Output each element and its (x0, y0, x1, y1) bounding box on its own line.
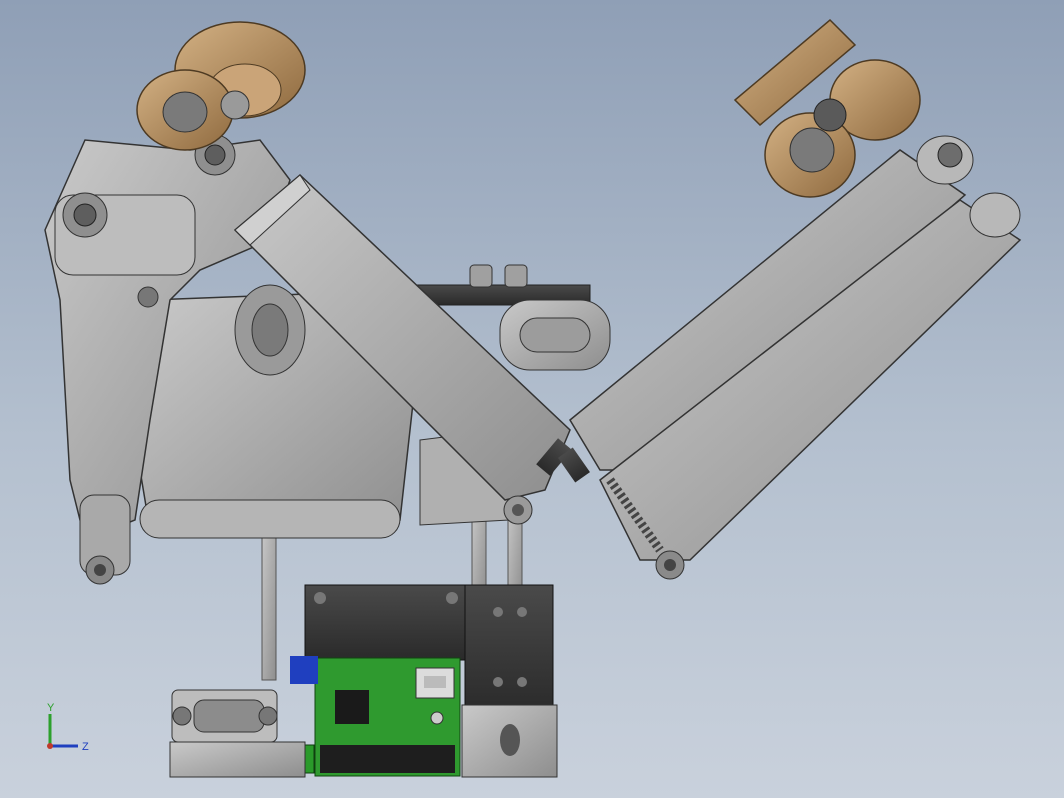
left-roller-assembly[interactable] (136, 21, 306, 151)
controller-pcb[interactable] (283, 656, 461, 777)
triad-y-label: Y (47, 702, 55, 714)
coordinate-triad: Y Z (47, 702, 89, 753)
assembly-model[interactable]: Y Z (0, 0, 1064, 798)
cad-viewport[interactable]: Y Z (0, 0, 1064, 798)
triad-z-label: Z (82, 741, 89, 753)
db9-connector[interactable] (169, 689, 306, 778)
